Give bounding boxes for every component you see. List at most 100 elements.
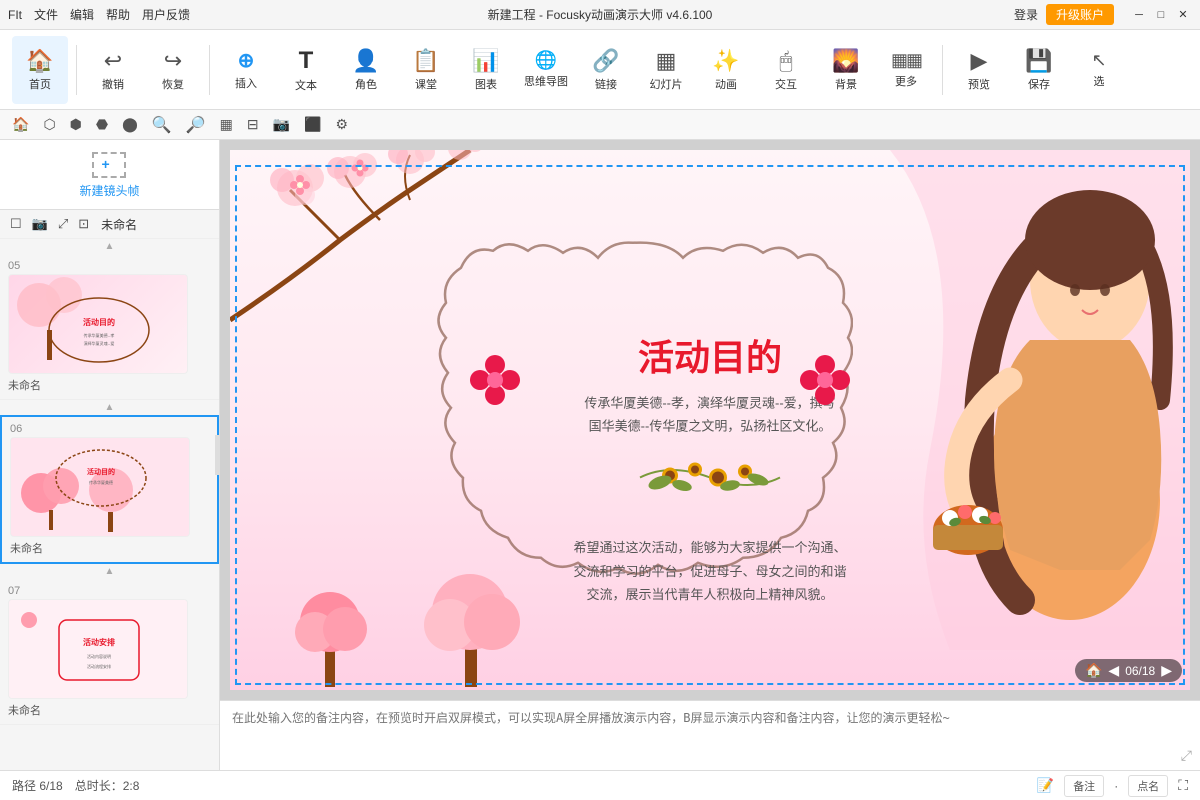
sec-zoom-out-icon[interactable]: 🔎 <box>182 113 210 137</box>
sec-zoom-in-icon[interactable]: 🔍 <box>148 113 176 137</box>
notes-expand-button[interactable]: ⤢ <box>1181 747 1192 764</box>
fullscreen-btn[interactable]: ⤢ <box>56 214 70 234</box>
toolbar-insert-label: 插入 <box>235 75 257 91</box>
slides-panel: + 新建镜头帧 ☐ 📷 ⤢ ⊡ 未命名 ▲ 05 <box>0 140 220 770</box>
slide-icon: ▦ <box>656 48 677 74</box>
fullscreen-status-icon[interactable]: ⛶ <box>1178 777 1188 794</box>
slide-resize-06-handle[interactable]: ▲ <box>0 400 219 415</box>
slide-resize-05-handle[interactable]: ▲ <box>0 239 219 254</box>
toolbar-preview[interactable]: ▶ 预览 <box>951 36 1007 104</box>
notes-input[interactable] <box>232 709 1188 762</box>
sec-undo2-icon[interactable]: ⬤ <box>118 114 142 135</box>
pointname-button[interactable]: 点名 <box>1128 775 1168 797</box>
toolbar-undo[interactable]: ↩ 撤销 <box>85 36 141 104</box>
prev-arrow-button[interactable]: ◀ <box>1108 662 1119 679</box>
sec-align-icon[interactable]: ⊟ <box>243 114 263 135</box>
flower-center-decoration <box>610 458 810 501</box>
next-arrow-button[interactable]: ▶ <box>1161 662 1172 679</box>
copy-frame-check[interactable]: ☐ <box>8 214 24 234</box>
toolbar-separator-1 <box>76 45 77 95</box>
fit-btn[interactable]: ⊡ <box>76 214 91 234</box>
link-icon: 🔗 <box>592 48 619 74</box>
toolbar-slide[interactable]: ▦ 幻灯片 <box>638 36 694 104</box>
slide-num-07: 07 <box>8 585 211 597</box>
svg-text:活动内容说明: 活动内容说明 <box>87 653 111 659</box>
slide-title: 活动目的 <box>638 329 782 381</box>
sec-paste-icon[interactable]: ⬣ <box>92 114 112 135</box>
toolbar-animate[interactable]: ✨ 动画 <box>698 36 754 104</box>
save-icon: 💾 <box>1025 48 1052 74</box>
toolbar-class[interactable]: 📋 课堂 <box>398 36 454 104</box>
slide-resize-07-handle[interactable]: ▲ <box>0 564 219 579</box>
slide-item-07[interactable]: 07 活动安排 活动内容说明 活动流程安排 未命名 <box>0 579 219 725</box>
login-button[interactable]: 登录 <box>1014 6 1038 23</box>
toolbar-slide-label: 幻灯片 <box>650 76 683 92</box>
sec-settings-icon[interactable]: ⚙ <box>332 114 353 135</box>
canvas[interactable]: 活动目的 传承华厦美德--孝，演绎华厦灵魂--爱，撰写 国华美德--传华厦之文明… <box>220 140 1200 700</box>
bg-icon: 🌄 <box>832 48 859 74</box>
sec-grid-icon[interactable]: ▦ <box>216 114 237 135</box>
canvas-area: 活动目的 传承华厦美德--孝，演绎华厦灵魂--爱，撰写 国华美德--传华厦之文明… <box>220 140 1200 770</box>
copy-frame-btn[interactable]: 📷 <box>30 214 50 234</box>
toolbar-insert[interactable]: ⊕ 插入 <box>218 36 274 104</box>
sec-home-icon[interactable]: 🏠 <box>8 114 33 135</box>
toolbar-animate-label: 动画 <box>715 76 737 92</box>
menu-feedback[interactable]: 用户反馈 <box>142 6 190 23</box>
dot-separator: · <box>1114 779 1118 793</box>
toolbar-home[interactable]: 🏠 首页 <box>12 36 68 104</box>
new-frame-button[interactable]: + 新建镜头帧 <box>0 140 219 210</box>
slide-label-05: 未命名 <box>8 377 211 393</box>
redo-icon: ↪ <box>164 48 182 74</box>
main-area: + 新建镜头帧 ☐ 📷 ⤢ ⊡ 未命名 ▲ 05 <box>0 140 1200 770</box>
class-icon: 📋 <box>412 48 439 74</box>
slide-label-06: 未命名 <box>10 540 209 556</box>
toolbar-link[interactable]: 🔗 链接 <box>578 36 634 104</box>
interact-icon: 🖱 <box>779 48 792 74</box>
toolbar-chart[interactable]: 📊 图表 <box>458 36 514 104</box>
slide-label-07: 未命名 <box>8 702 211 718</box>
toolbar-redo[interactable]: ↪ 恢复 <box>145 36 201 104</box>
toolbar-interact[interactable]: 🖱 交互 <box>758 36 814 104</box>
undo-icon: ↩ <box>104 48 122 74</box>
slide-background: 活动目的 传承华厦美德--孝，演绎华厦灵魂--爱，撰写 国华美德--传华厦之文明… <box>230 150 1190 690</box>
sec-export-icon[interactable]: ⬛ <box>300 114 325 135</box>
toolbar-class-label: 课堂 <box>415 76 437 92</box>
animate-icon: ✨ <box>712 48 739 74</box>
logo: FIt <box>8 8 22 22</box>
minimize-button[interactable]: ─ <box>1130 6 1148 24</box>
new-frame-label: 新建镜头帧 <box>79 182 139 199</box>
menu-edit[interactable]: 编辑 <box>70 6 94 23</box>
toolbar-bg-label: 背景 <box>835 76 857 92</box>
mindmap-icon: 🌐 <box>535 50 557 71</box>
menu-file[interactable]: 文件 <box>34 6 58 23</box>
notes-button[interactable]: 备注 <box>1064 775 1104 797</box>
menu-help[interactable]: 帮助 <box>106 6 130 23</box>
sec-cut-icon[interactable]: ⬢ <box>66 114 86 135</box>
toolbar-more[interactable]: ▦▦ 更多 <box>878 36 934 104</box>
toolbar-select[interactable]: ↖ 选 <box>1071 36 1127 104</box>
toolbar-role[interactable]: 👤 角色 <box>338 36 394 104</box>
more-icon: ▦▦ <box>891 50 921 71</box>
role-icon: 👤 <box>352 48 379 74</box>
app-title: 新建工程 - Focusky动画演示大师 v4.6.100 <box>488 6 713 23</box>
toolbar-preview-label: 预览 <box>968 76 990 92</box>
close-button[interactable]: ✕ <box>1174 6 1192 24</box>
select-icon: ↖ <box>1091 50 1106 71</box>
toolbar-save[interactable]: 💾 保存 <box>1011 36 1067 104</box>
maximize-button[interactable]: □ <box>1152 6 1170 24</box>
toolbar-more-label: 更多 <box>895 73 917 89</box>
sec-camera-icon[interactable]: 📷 <box>269 114 294 135</box>
slide-item-05[interactable]: 05 活动目的 传承华厦美德--孝 演绎华厦灵魂--爱 未命名 <box>0 254 219 400</box>
toolbar-interact-label: 交互 <box>775 76 797 92</box>
toolbar-text[interactable]: T 文本 <box>278 36 334 104</box>
toolbar-mindmap[interactable]: 🌐 思维导图 <box>518 36 574 104</box>
tree-right-decoration <box>420 537 520 690</box>
sec-copy-icon[interactable]: ⬡ <box>39 114 59 135</box>
upgrade-button[interactable]: 升级账户 <box>1046 4 1114 25</box>
preview-icon: ▶ <box>971 48 988 74</box>
insert-icon: ⊕ <box>238 48 255 73</box>
slide-item-06[interactable]: 06 活动目的 传承华厦美德 未命名 <box>0 415 219 564</box>
toolbar-bg[interactable]: 🌄 背景 <box>818 36 874 104</box>
frame-tools-bar: ☐ 📷 ⤢ ⊡ 未命名 <box>0 210 219 239</box>
prev-page-button[interactable]: 🏠 <box>1085 662 1102 679</box>
